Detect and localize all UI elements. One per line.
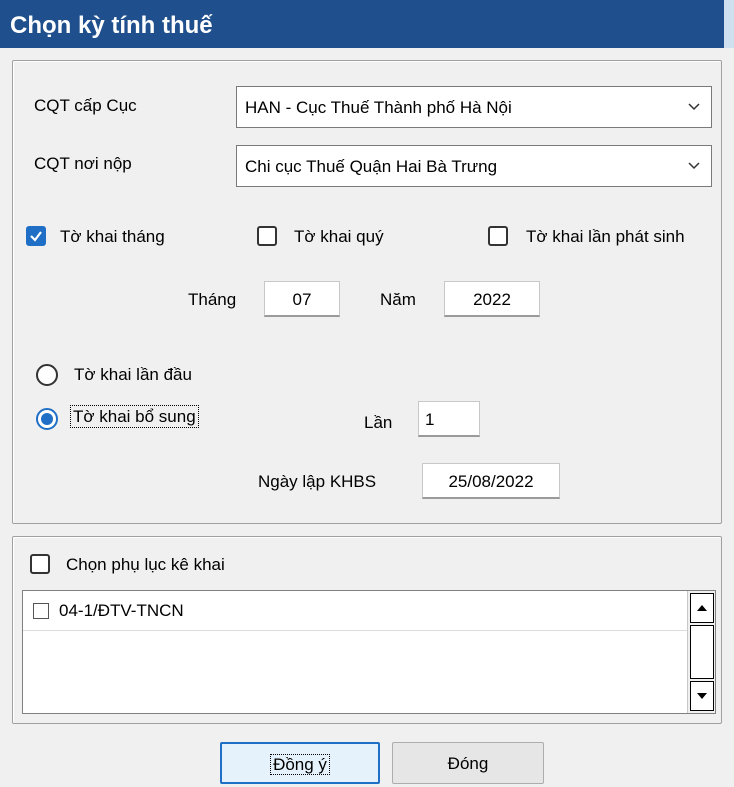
year-input[interactable]: 2022 [444, 281, 540, 317]
supplementary-submission-radio[interactable] [36, 408, 58, 430]
window-title: Chọn kỳ tính thuế [10, 12, 213, 39]
tax-office-submit-label: CQT nơi nộp [34, 154, 132, 173]
month-label: Tháng [188, 290, 237, 309]
appendix-item-label[interactable]: 04-1/ĐTV-TNCN [59, 601, 184, 621]
scroll-down-button[interactable] [690, 681, 714, 711]
chevron-down-icon [688, 103, 700, 111]
select-appendix-label[interactable]: Chọn phụ lục kê khai [66, 555, 225, 575]
monthly-declaration-checkbox[interactable] [26, 226, 46, 246]
scroll-thumb[interactable] [690, 625, 714, 679]
times-input[interactable]: 1 [418, 401, 480, 437]
close-button[interactable]: Đóng [392, 742, 544, 784]
year-label: Năm [380, 290, 416, 309]
supplementary-submission-label[interactable]: Tờ khai bổ sung [70, 405, 199, 428]
tax-office-submit-value: Chi cục Thuế Quận Hai Bà Trưng [245, 157, 498, 176]
first-submission-label[interactable]: Tờ khai lần đầu [74, 365, 192, 385]
chevron-down-icon [688, 162, 700, 170]
tax-office-submit-select[interactable]: Chi cục Thuế Quận Hai Bà Trưng [236, 145, 712, 187]
tax-office-level-value: HAN - Cục Thuế Thành phố Hà Nội [245, 98, 512, 117]
arrow-down-icon [697, 693, 707, 699]
appendix-list[interactable]: 04-1/ĐTV-TNCN [22, 590, 716, 714]
list-item[interactable]: 04-1/ĐTV-TNCN [23, 591, 687, 631]
appendix-item-checkbox[interactable] [33, 603, 49, 619]
per-occurrence-declaration-checkbox[interactable] [488, 226, 508, 246]
supplement-date-input[interactable]: 25/08/2022 [422, 463, 560, 499]
tax-period-group [12, 60, 722, 524]
first-submission-radio[interactable] [36, 364, 58, 386]
monthly-declaration-label[interactable]: Tờ khai tháng [60, 227, 165, 247]
quarterly-declaration-checkbox[interactable] [257, 226, 277, 246]
times-label: Lần [364, 413, 393, 432]
quarterly-declaration-label[interactable]: Tờ khai quý [294, 227, 384, 247]
supplement-date-label: Ngày lập KHBS [258, 472, 377, 491]
select-appendix-checkbox[interactable] [30, 554, 50, 574]
tax-office-level-label: CQT cấp Cục [34, 96, 137, 115]
per-occurrence-declaration-label[interactable]: Tờ khai lần phát sinh [526, 227, 685, 247]
vertical-scrollbar[interactable] [687, 591, 715, 713]
month-input[interactable]: 07 [264, 281, 340, 317]
arrow-up-icon [697, 605, 707, 611]
checkmark-icon [30, 231, 42, 242]
ok-button[interactable]: Đồng ý [220, 742, 380, 784]
scroll-up-button[interactable] [690, 593, 714, 623]
window-title-bar: Chọn kỳ tính thuế [0, 0, 734, 48]
tax-office-level-select[interactable]: HAN - Cục Thuế Thành phố Hà Nội [236, 86, 712, 128]
